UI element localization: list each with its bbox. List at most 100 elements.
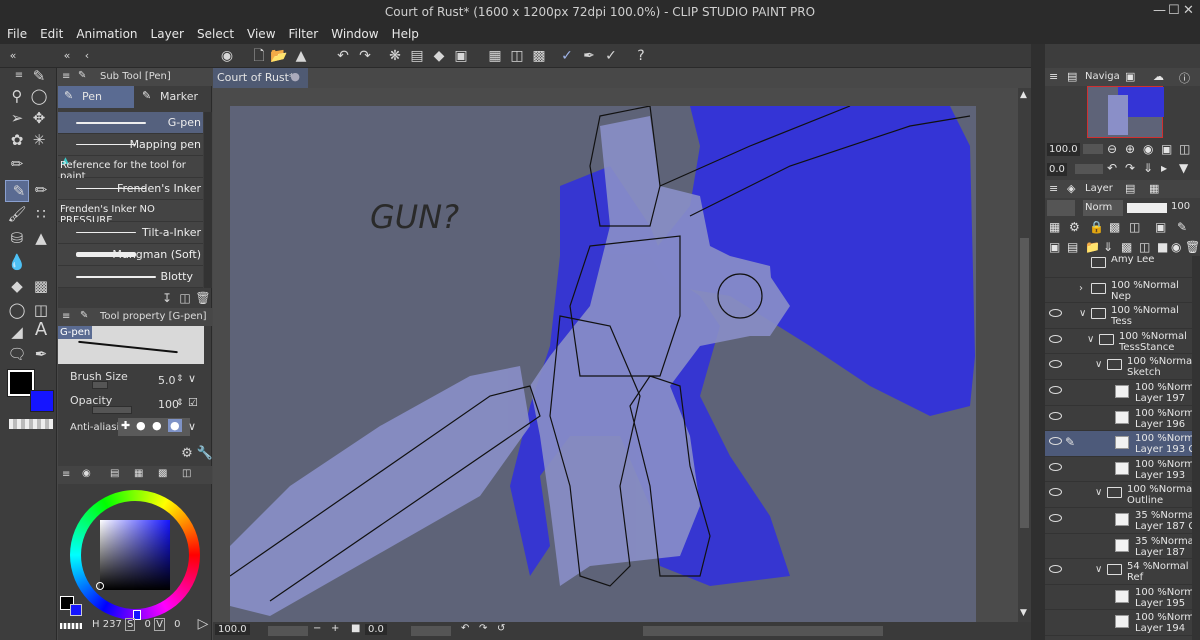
h-value[interactable]: 237 [103, 619, 122, 630]
brush-icon[interactable]: 🖌 [6, 206, 28, 222]
new-folder-icon[interactable]: 📁 [1085, 240, 1100, 254]
brush-item-g-pen[interactable]: G-pen [58, 112, 203, 134]
mask-icon[interactable]: ■ [1157, 240, 1168, 254]
rotate-left-icon[interactable]: ↶ [461, 623, 469, 634]
eyedropper-icon[interactable]: ✏ [6, 156, 28, 172]
color-slider-tab-icon[interactable]: ▤ [110, 468, 119, 479]
brush-item-reference[interactable]: ▲ Reference for the tool for paint [58, 156, 203, 182]
chevron-down-icon[interactable]: ∨ [1087, 334, 1094, 345]
chevron-left-icon[interactable]: ‹ [78, 48, 96, 64]
zoom-in-icon[interactable]: ⊕ [1125, 142, 1135, 156]
eye-icon[interactable] [1049, 437, 1062, 446]
reset-rotation-icon[interactable]: ⇓ [1143, 161, 1153, 175]
layer-row[interactable]: ∨ 100 %Normal Outline [1045, 482, 1200, 508]
transparent-mini[interactable] [60, 623, 82, 629]
layer-row[interactable]: ∨ 100 %Normal Tess [1045, 303, 1200, 329]
menu-lines-icon[interactable]: ≡ [62, 311, 70, 322]
brush-size-value[interactable]: 5.0 [158, 374, 176, 387]
crop-icon[interactable]: ▦ [486, 48, 504, 64]
blend-icon[interactable]: 💧 [6, 254, 28, 270]
eye-icon[interactable] [1049, 334, 1062, 343]
snap-grid-icon[interactable]: ✓ [602, 48, 620, 64]
pen-small-icon[interactable]: ✎ [28, 68, 50, 84]
checkbox-icon[interactable]: ☑ [188, 396, 198, 409]
color-set-tab-icon[interactable]: ▦ [134, 468, 143, 479]
subview-tab-icon[interactable]: ▣ [1125, 70, 1135, 83]
sv-square[interactable] [100, 520, 170, 590]
horizontal-scrollbar[interactable] [643, 626, 883, 636]
layer-row[interactable]: ✎ 100 %NormalLayer 193 Copy [1045, 431, 1200, 457]
aa-medium-icon[interactable]: ● [152, 419, 162, 432]
layer-row[interactable]: 35 %Normal Layer 187 [1045, 533, 1200, 560]
info-tab-icon[interactable]: ⓘ [1179, 70, 1190, 86]
brush-item-tilt-a-inker[interactable]: Tilt-a-Inker [58, 222, 203, 244]
layer-row[interactable]: 100 %Normal Layer 193 [1045, 456, 1200, 483]
fit-icon[interactable]: ▣ [1161, 142, 1172, 156]
undo-icon[interactable]: ↶ [334, 48, 352, 64]
reference-layer-icon[interactable]: ▣ [1155, 220, 1166, 234]
gradient-icon[interactable]: ▩ [30, 278, 52, 294]
menu-lines-icon[interactable]: ≡ [8, 68, 30, 84]
snap-ruler-icon[interactable]: ✓ [558, 48, 576, 64]
opacity-slider[interactable] [92, 406, 132, 414]
menu-window[interactable]: Window [331, 27, 378, 41]
save-icon[interactable]: ▲ [292, 48, 310, 64]
reset-rotation-icon[interactable]: ↺ [497, 623, 505, 634]
wrench-icon[interactable]: 🔧 [196, 446, 214, 462]
eraser-icon[interactable]: ▲ [30, 230, 52, 246]
scroll-thumb[interactable] [1020, 238, 1029, 528]
eye-icon[interactable] [1049, 514, 1062, 522]
navigator-zoom-slider[interactable] [1083, 144, 1103, 154]
color-mode-icon[interactable]: ▷ [194, 616, 212, 632]
text-icon[interactable]: A [30, 321, 52, 339]
brush-item-frendens-inker-no-pressure[interactable]: Frenden's Inker NO PRESSURE [58, 200, 203, 226]
figure-icon[interactable]: ◯ [6, 302, 28, 318]
scroll-up-icon[interactable]: ▲ [1020, 90, 1027, 100]
decoration-icon[interactable]: ∷ [30, 206, 52, 222]
brush-item-mungman[interactable]: Mungman (Soft) [58, 244, 203, 266]
layer-property-tab-icon[interactable]: ▤ [1125, 182, 1135, 195]
maximize-icon[interactable]: ☐ [1168, 3, 1180, 18]
pressure-toggle-icon[interactable]: ∨ [188, 372, 196, 385]
new-vector-icon[interactable]: ▤ [1067, 240, 1078, 254]
fill-icon[interactable]: ◆ [430, 48, 448, 64]
menu-select[interactable]: Select [197, 27, 234, 41]
layer-row[interactable]: 100 %Normal Layer 196 [1045, 405, 1200, 432]
redo-icon[interactable]: ↷ [356, 48, 374, 64]
canvas[interactable]: GUN? [230, 106, 976, 622]
tab-document[interactable]: Court of Rust* ● [213, 68, 308, 88]
zoom-value[interactable]: 100.0 [215, 624, 250, 635]
layer-row[interactable]: 35 %NormalLayer 187 Copy [1045, 508, 1200, 534]
intermediate-color-tab-icon[interactable]: ▩ [158, 468, 167, 479]
lasso-icon[interactable]: ✿ [6, 132, 28, 148]
eye-icon[interactable] [1049, 462, 1062, 471]
cloud-tab-icon[interactable]: ☁ [1153, 70, 1164, 83]
blend-thumb[interactable] [1047, 200, 1075, 216]
rotation-slider[interactable] [411, 626, 451, 636]
help-icon[interactable]: ? [632, 48, 650, 64]
lock-icon[interactable]: 🔒 [1089, 220, 1104, 234]
layer-row[interactable]: 100 %Normal Layer 197 [1045, 380, 1200, 406]
sv-cursor[interactable] [96, 582, 104, 590]
menu-layer[interactable]: Layer [151, 27, 184, 41]
menu-lines-icon[interactable]: ≡ [1049, 70, 1058, 83]
brush-download-icon[interactable]: ↧ [158, 290, 176, 306]
sub-color-swatch[interactable] [30, 390, 54, 412]
menu-lines-icon[interactable]: ≡ [62, 71, 70, 82]
chevron-down-icon[interactable]: ∨ [1079, 308, 1086, 319]
chevron-down-icon[interactable]: ∨ [188, 420, 196, 433]
layer-color-icon[interactable]: ▦ [1049, 220, 1060, 234]
trash-icon[interactable]: 🗑 [1185, 240, 1200, 254]
rotate-left-icon[interactable]: ↶ [1107, 161, 1117, 175]
subtool-scrollbar[interactable] [204, 112, 212, 288]
tool-settings-icon[interactable]: ⚙ [178, 446, 196, 462]
pen-tool-selected[interactable]: ✎ [5, 180, 29, 202]
aa-selector[interactable]: ✚ ● ● ● [118, 418, 190, 436]
navigator-tab-icon[interactable]: ▤ [1067, 70, 1077, 83]
aa-strong-icon[interactable]: ● [168, 419, 182, 432]
new-file-icon[interactable]: 🗋 [250, 48, 268, 64]
brush-copy-icon[interactable]: ◫ [176, 290, 194, 306]
menu-animation[interactable]: Animation [76, 27, 137, 41]
brush-item-mapping-pen[interactable]: Mapping pen [58, 134, 203, 156]
merge-icon[interactable]: ▩ [1121, 240, 1132, 254]
